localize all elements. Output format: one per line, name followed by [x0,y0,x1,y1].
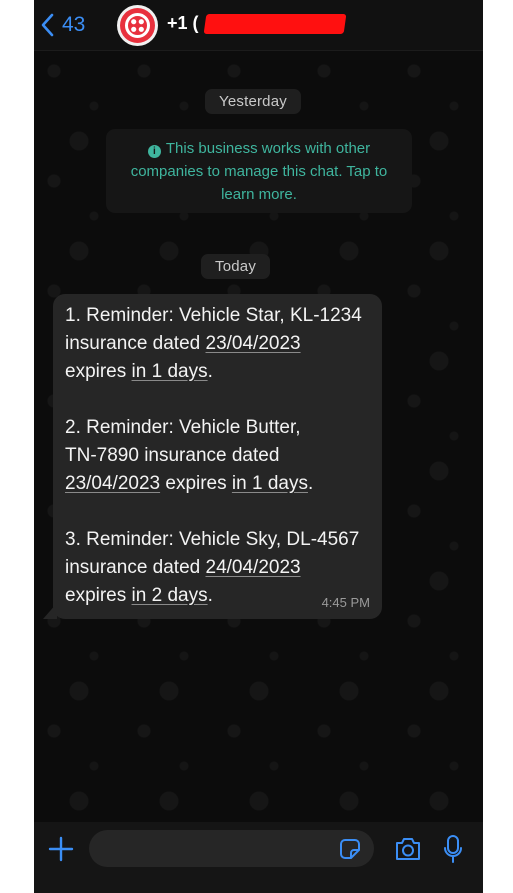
message-line: 1. Reminder: Vehicle Star, KL-1234 [65,302,370,330]
sticker-button[interactable] [339,838,361,860]
input-bar [34,822,483,893]
contact-name[interactable]: +1 ( [167,13,346,34]
chat-header: 43 +1 ( [34,0,483,51]
message-line: TN-7890 insurance dated [65,442,370,470]
notice-line-1: i This business works with other [106,137,412,160]
back-button[interactable]: 43 [40,8,85,42]
chevron-left-icon [40,13,54,37]
message-line: 23/04/2023 expires in 1 days. [65,470,370,498]
message-text: insurance dated [65,557,206,578]
date-link[interactable]: 24/04/2023 [206,557,301,578]
message-text: insurance dated [65,333,206,354]
message-text: . [207,361,213,382]
camera-icon [394,838,422,866]
duration-link[interactable]: in 1 days [132,361,208,382]
message-text: 1. Reminder: Vehicle Star, KL-1234 [65,305,362,326]
redaction-mark [203,13,346,34]
duration-link[interactable]: in 1 days [232,473,308,494]
contact-name-text: +1 ( [167,13,199,33]
message-text: 2. Reminder: Vehicle Butter, [65,417,301,438]
notice-line-2: companies to manage this chat. Tap to [130,163,388,180]
camera-button[interactable] [394,836,422,862]
message-line: expires in 1 days. [65,358,370,386]
phone-screen: 43 +1 ( Yesterday i This business works w… [34,0,483,893]
attach-button[interactable] [47,835,75,863]
message-line: 2. Reminder: Vehicle Butter, [65,414,370,442]
message-timestamp: 4:45 PM [321,595,370,610]
date-link[interactable]: 23/04/2023 [206,333,301,354]
message-text: expires [160,473,232,494]
message-bubble[interactable]: 1. Reminder: Vehicle Star, KL-1234 insur… [53,294,382,619]
chat-area[interactable]: Yesterday i This business works with othe… [34,51,483,822]
twilio-logo-icon [120,8,155,43]
message-text: TN-7890 insurance dated [65,445,280,466]
date-chip-today: Today [201,254,271,279]
date-link[interactable]: 23/04/2023 [65,473,160,494]
plus-icon [47,836,75,867]
message-text: expires [65,585,132,606]
duration-link[interactable]: in 2 days [132,585,208,606]
notice-line-3: learn more. [221,186,297,203]
message-text: . [307,473,314,494]
info-icon: i [147,145,161,158]
date-chip-yesterday: Yesterday [205,89,301,114]
unread-count: 43 [62,13,86,36]
message-text: 3. Reminder: Vehicle Sky, DL-4567 [65,529,360,550]
sticker-icon [339,839,361,864]
message-text: expires [65,361,132,382]
message-line: insurance dated 24/04/2023 [65,554,370,582]
message-line: insurance dated 23/04/2023 [65,330,370,358]
message-line: 3. Reminder: Vehicle Sky, DL-4567 [65,526,370,554]
message-input[interactable] [89,830,374,867]
avatar[interactable] [117,5,158,46]
message-text: . [207,585,213,606]
notice-text-1: This business works with other [165,140,371,157]
microphone-icon [443,835,463,868]
business-notice[interactable]: i This business works with other companie… [106,129,412,213]
microphone-button[interactable] [443,834,463,864]
